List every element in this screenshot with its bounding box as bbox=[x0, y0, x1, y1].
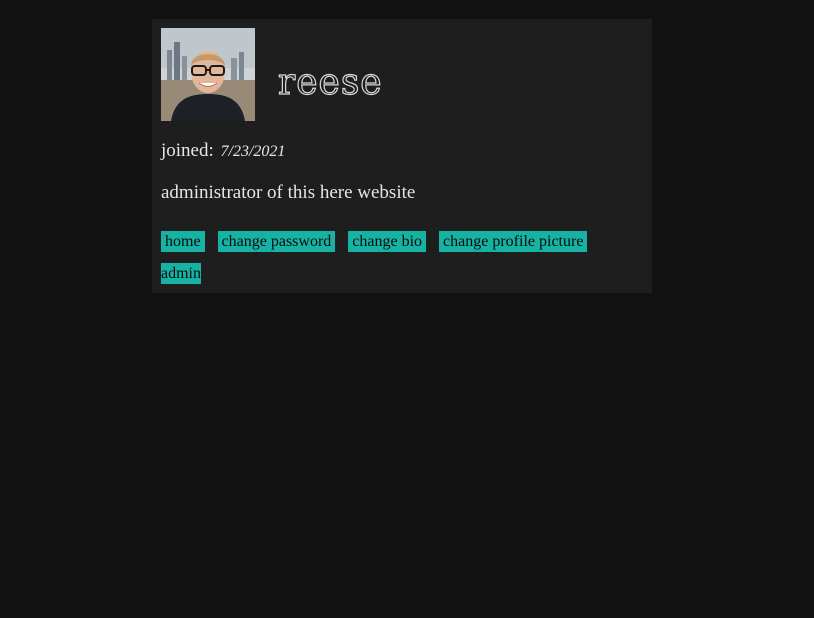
joined-date: 7/23/2021 bbox=[220, 143, 286, 160]
change-password-link[interactable]: change password bbox=[217, 231, 336, 252]
change-bio-link[interactable]: change bio bbox=[348, 231, 427, 252]
profile-bio: administrator of this here website bbox=[161, 182, 416, 203]
profile-card: reese joined: 7/23/2021 administrator of… bbox=[152, 19, 652, 293]
profile-header: reese bbox=[161, 28, 383, 121]
joined-line: joined: 7/23/2021 bbox=[161, 140, 285, 162]
avatar-image bbox=[161, 28, 255, 121]
home-link[interactable]: home bbox=[161, 231, 205, 252]
admin-link[interactable]: admin bbox=[161, 263, 201, 284]
change-profile-picture-link[interactable]: change profile picture bbox=[439, 231, 588, 252]
profile-actions: home change password change bio change prof… bbox=[161, 231, 631, 295]
joined-label: joined: bbox=[161, 140, 214, 161]
avatar bbox=[161, 28, 255, 121]
username-heading: reese bbox=[277, 61, 383, 103]
